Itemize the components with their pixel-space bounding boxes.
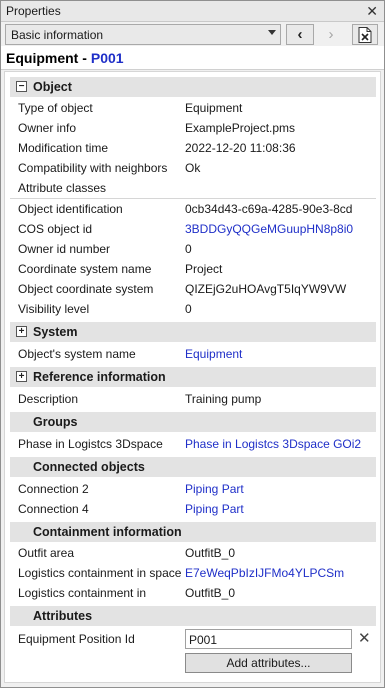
section-groups: Groups [10, 412, 376, 432]
properties-panel: Properties ✕ Basic information ‹ › Equip… [0, 0, 385, 688]
object-type-title: Equipment - [6, 50, 87, 66]
section-title: Reference information [33, 370, 166, 384]
property-value: Project [185, 262, 223, 276]
section-title: Connected objects [33, 460, 145, 474]
section-connected-objects: Connected objects [10, 457, 376, 477]
property-label: Owner info [18, 121, 77, 135]
property-row: Coordinate system name Project [5, 259, 380, 279]
property-row: Attribute classes [5, 178, 380, 198]
chevron-left-icon: ‹ [297, 26, 303, 43]
equipment-position-id-field[interactable]: P001 [185, 629, 352, 649]
section-object[interactable]: − Object [10, 77, 376, 97]
property-value: Ok [185, 161, 201, 175]
property-row: Object identification 0cb34d43-c69a-4285… [5, 199, 380, 219]
toolbar: Basic information ‹ › [1, 22, 384, 46]
section-title: Groups [33, 415, 78, 429]
window-title: Properties [6, 4, 61, 18]
property-value: OutfitB_0 [185, 586, 236, 600]
property-row: COS object id 3BDDGyQQGeMGuupHN8p8i0 [5, 219, 380, 239]
property-label: Owner id number [18, 242, 111, 256]
property-label: Object's system name [18, 347, 136, 361]
property-value: QIZEjG2uHOAvgT5IqYW9VW [185, 282, 347, 296]
property-label: Outfit area [18, 546, 75, 560]
attribute-label: Equipment Position Id [18, 632, 135, 646]
section-system[interactable]: + System [10, 322, 376, 342]
property-row: Visibility level 0 [5, 299, 380, 319]
expand-icon[interactable]: + [16, 326, 27, 337]
property-link[interactable]: 3BDDGyQQGeMGuupHN8p8i0 [185, 222, 353, 236]
property-row: Object's system name Equipment [5, 344, 380, 364]
add-attributes-button[interactable]: Add attributes... [185, 653, 352, 673]
property-value: 0cb34d43-c69a-4285-90e3-8cd [185, 202, 353, 216]
close-icon[interactable]: ✕ [366, 2, 378, 20]
property-label: Coordinate system name [18, 262, 152, 276]
property-value: Training pump [185, 392, 262, 406]
property-link[interactable]: Equipment [185, 347, 242, 361]
property-row: Description Training pump [5, 389, 380, 409]
property-row: Object coordinate system QIZEjG2uHOAvgT5… [5, 279, 380, 299]
view-select-value: Basic information [11, 28, 104, 42]
property-row: Connection 4 Piping Part [5, 499, 380, 519]
property-row: Type of object Equipment [5, 98, 380, 118]
title-bar: Properties ✕ [1, 1, 384, 22]
section-title: Object [33, 80, 72, 94]
chevron-right-icon: › [328, 26, 334, 43]
property-link[interactable]: Piping Part [185, 502, 244, 516]
property-row: Compatibility with neighbors Ok [5, 158, 380, 178]
section-attributes: Attributes [10, 606, 376, 626]
property-link[interactable]: Piping Part [185, 482, 244, 496]
property-label: Attribute classes [18, 181, 107, 195]
property-link[interactable]: E7eWeqPbIzIJFMo4YLPCSm [185, 566, 344, 580]
section-reference-information[interactable]: + Reference information [10, 367, 376, 387]
excel-export-button[interactable] [352, 24, 378, 45]
property-label: Connection 4 [18, 502, 89, 516]
property-label: Modification time [18, 141, 109, 155]
clear-icon[interactable]: ✕ [358, 629, 371, 647]
section-title: Attributes [33, 609, 93, 623]
section-title: System [33, 325, 78, 339]
property-value: 0 [185, 302, 192, 316]
property-value: ExampleProject.pms [185, 121, 296, 135]
property-label: Phase in Logistcs 3Dspace [18, 437, 163, 451]
property-label: Visibility level [18, 302, 90, 316]
excel-export-icon [358, 27, 372, 43]
property-label: Description [18, 392, 79, 406]
property-label: Compatibility with neighbors [18, 161, 168, 175]
view-select[interactable]: Basic information [5, 24, 281, 45]
property-row: Logistics containment in OutfitB_0 [5, 583, 380, 603]
property-label: Logistics containment in [18, 586, 147, 600]
property-link[interactable]: Phase in Logistcs 3Dspace GOi2 [185, 437, 361, 451]
collapse-icon[interactable]: − [16, 81, 27, 92]
property-label: Type of object [18, 101, 93, 115]
property-label: COS object id [18, 222, 93, 236]
property-row: Modification time 2022-12-20 11:08:36 [5, 138, 380, 158]
property-value: 2022-12-20 11:08:36 [185, 141, 296, 155]
property-label: Logistics containment in space [18, 566, 182, 580]
section-title: Containment information [33, 525, 182, 539]
page-title: Equipment - P001 [6, 50, 124, 66]
property-row: Phase in Logistcs 3Dspace Phase in Logis… [5, 434, 380, 454]
property-label: Object coordinate system [18, 282, 154, 296]
object-id-title: P001 [90, 50, 124, 66]
object-header: Equipment - P001 [1, 46, 384, 70]
properties-content: − Object Type of object Equipment Owner … [4, 71, 381, 683]
property-label: Object identification [18, 202, 123, 216]
property-row: Owner id number 0 [5, 239, 380, 259]
back-button[interactable]: ‹ [286, 24, 314, 45]
property-row: Owner info ExampleProject.pms [5, 118, 380, 138]
expand-icon[interactable]: + [16, 371, 27, 382]
property-value: Equipment [185, 101, 243, 115]
chevron-down-icon [268, 30, 276, 35]
property-row: Logistics containment in space E7eWeqPbI… [5, 563, 380, 583]
forward-button[interactable]: › [317, 24, 345, 45]
property-value: 0 [185, 242, 192, 256]
section-containment-information: Containment information [10, 522, 376, 542]
field-value: P001 [189, 633, 218, 647]
property-row: Connection 2 Piping Part [5, 479, 380, 499]
property-value: OutfitB_0 [185, 546, 236, 560]
property-row: Outfit area OutfitB_0 [5, 543, 380, 563]
property-label: Connection 2 [18, 482, 89, 496]
